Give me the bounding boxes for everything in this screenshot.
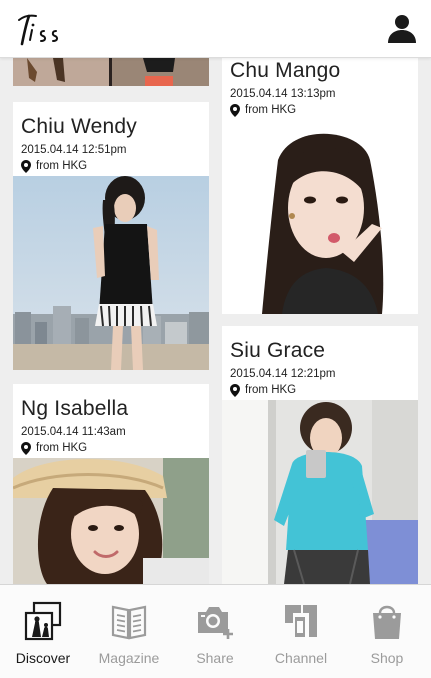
nav-label: Discover	[15, 650, 71, 666]
post-timestamp: 2015.04.14 11:43am	[21, 426, 126, 438]
post-photo	[13, 176, 209, 370]
location-pin-icon	[21, 159, 31, 173]
kiss-logo[interactable]	[16, 10, 64, 50]
bottom-navigation: Discover Magazine Share Channel Shop	[0, 584, 431, 678]
poster-name: Chu Mango	[230, 59, 341, 82]
post-location-text: from HKG	[36, 160, 88, 172]
profile-button[interactable]	[385, 12, 419, 46]
poster-name: Chiu Wendy	[21, 115, 138, 138]
nav-label: Channel	[274, 650, 328, 666]
feed-card[interactable]: Chiu Wendy 2015.04.14 12:51pm from HKG	[13, 102, 209, 370]
person-icon	[388, 15, 416, 43]
location-pin-icon	[230, 383, 240, 397]
post-location: from HKG	[230, 383, 418, 397]
post-location-text: from HKG	[245, 384, 297, 396]
post-photo	[13, 58, 209, 86]
channel-icon	[285, 605, 317, 637]
location-pin-icon	[21, 441, 31, 455]
nav-magazine[interactable]: Magazine	[86, 585, 172, 678]
card-header: Siu Grace 2015.04.14 12:21pm from HKG	[222, 326, 418, 397]
post-location-text: from HKG	[245, 104, 297, 116]
nav-label: Share	[196, 650, 234, 666]
feed-card[interactable]: Chu Mango 2015.04.14 13:13pm from HKG	[222, 58, 418, 314]
feed-card[interactable]: Ng Isabella 2015.04.14 11:43am from HKG	[13, 384, 209, 584]
poster-name: Ng Isabella	[21, 397, 129, 420]
post-location-text: from HKG	[36, 442, 88, 454]
card-header: Chu Mango 2015.04.14 13:13pm from HKG	[222, 58, 418, 117]
card-header: Chiu Wendy 2015.04.14 12:51pm from HKG	[13, 102, 209, 173]
post-timestamp: 2015.04.14 13:13pm	[230, 88, 336, 100]
nav-share[interactable]: Share	[172, 585, 258, 678]
nav-shop[interactable]: Shop	[344, 585, 430, 678]
poster-name: Siu Grace	[230, 339, 326, 362]
feed-card-partial[interactable]	[13, 58, 209, 86]
post-location: from HKG	[21, 441, 209, 455]
feed-card[interactable]: Siu Grace 2015.04.14 12:21pm from HKG	[222, 326, 418, 584]
post-photo	[13, 458, 209, 584]
nav-discover[interactable]: Discover	[0, 585, 86, 678]
post-photo	[222, 120, 418, 314]
post-location: from HKG	[21, 159, 209, 173]
post-timestamp: 2015.04.14 12:21pm	[230, 368, 336, 380]
nav-label: Magazine	[98, 650, 160, 666]
post-location: from HKG	[230, 103, 418, 117]
shopping-bag-icon	[373, 605, 401, 639]
card-header: Ng Isabella 2015.04.14 11:43am from HKG	[13, 384, 209, 455]
app-header	[0, 0, 431, 58]
nav-channel[interactable]: Channel	[258, 585, 344, 678]
post-timestamp: 2015.04.14 12:51pm	[21, 144, 127, 156]
open-book-icon	[111, 605, 147, 640]
nav-label: Shop	[370, 650, 404, 666]
post-photo	[222, 400, 418, 584]
photo-frames-icon	[24, 601, 62, 641]
location-pin-icon	[230, 103, 240, 117]
camera-add-icon	[198, 607, 233, 639]
discover-feed[interactable]: Chiu Wendy 2015.04.14 12:51pm from HKG N…	[0, 58, 431, 584]
